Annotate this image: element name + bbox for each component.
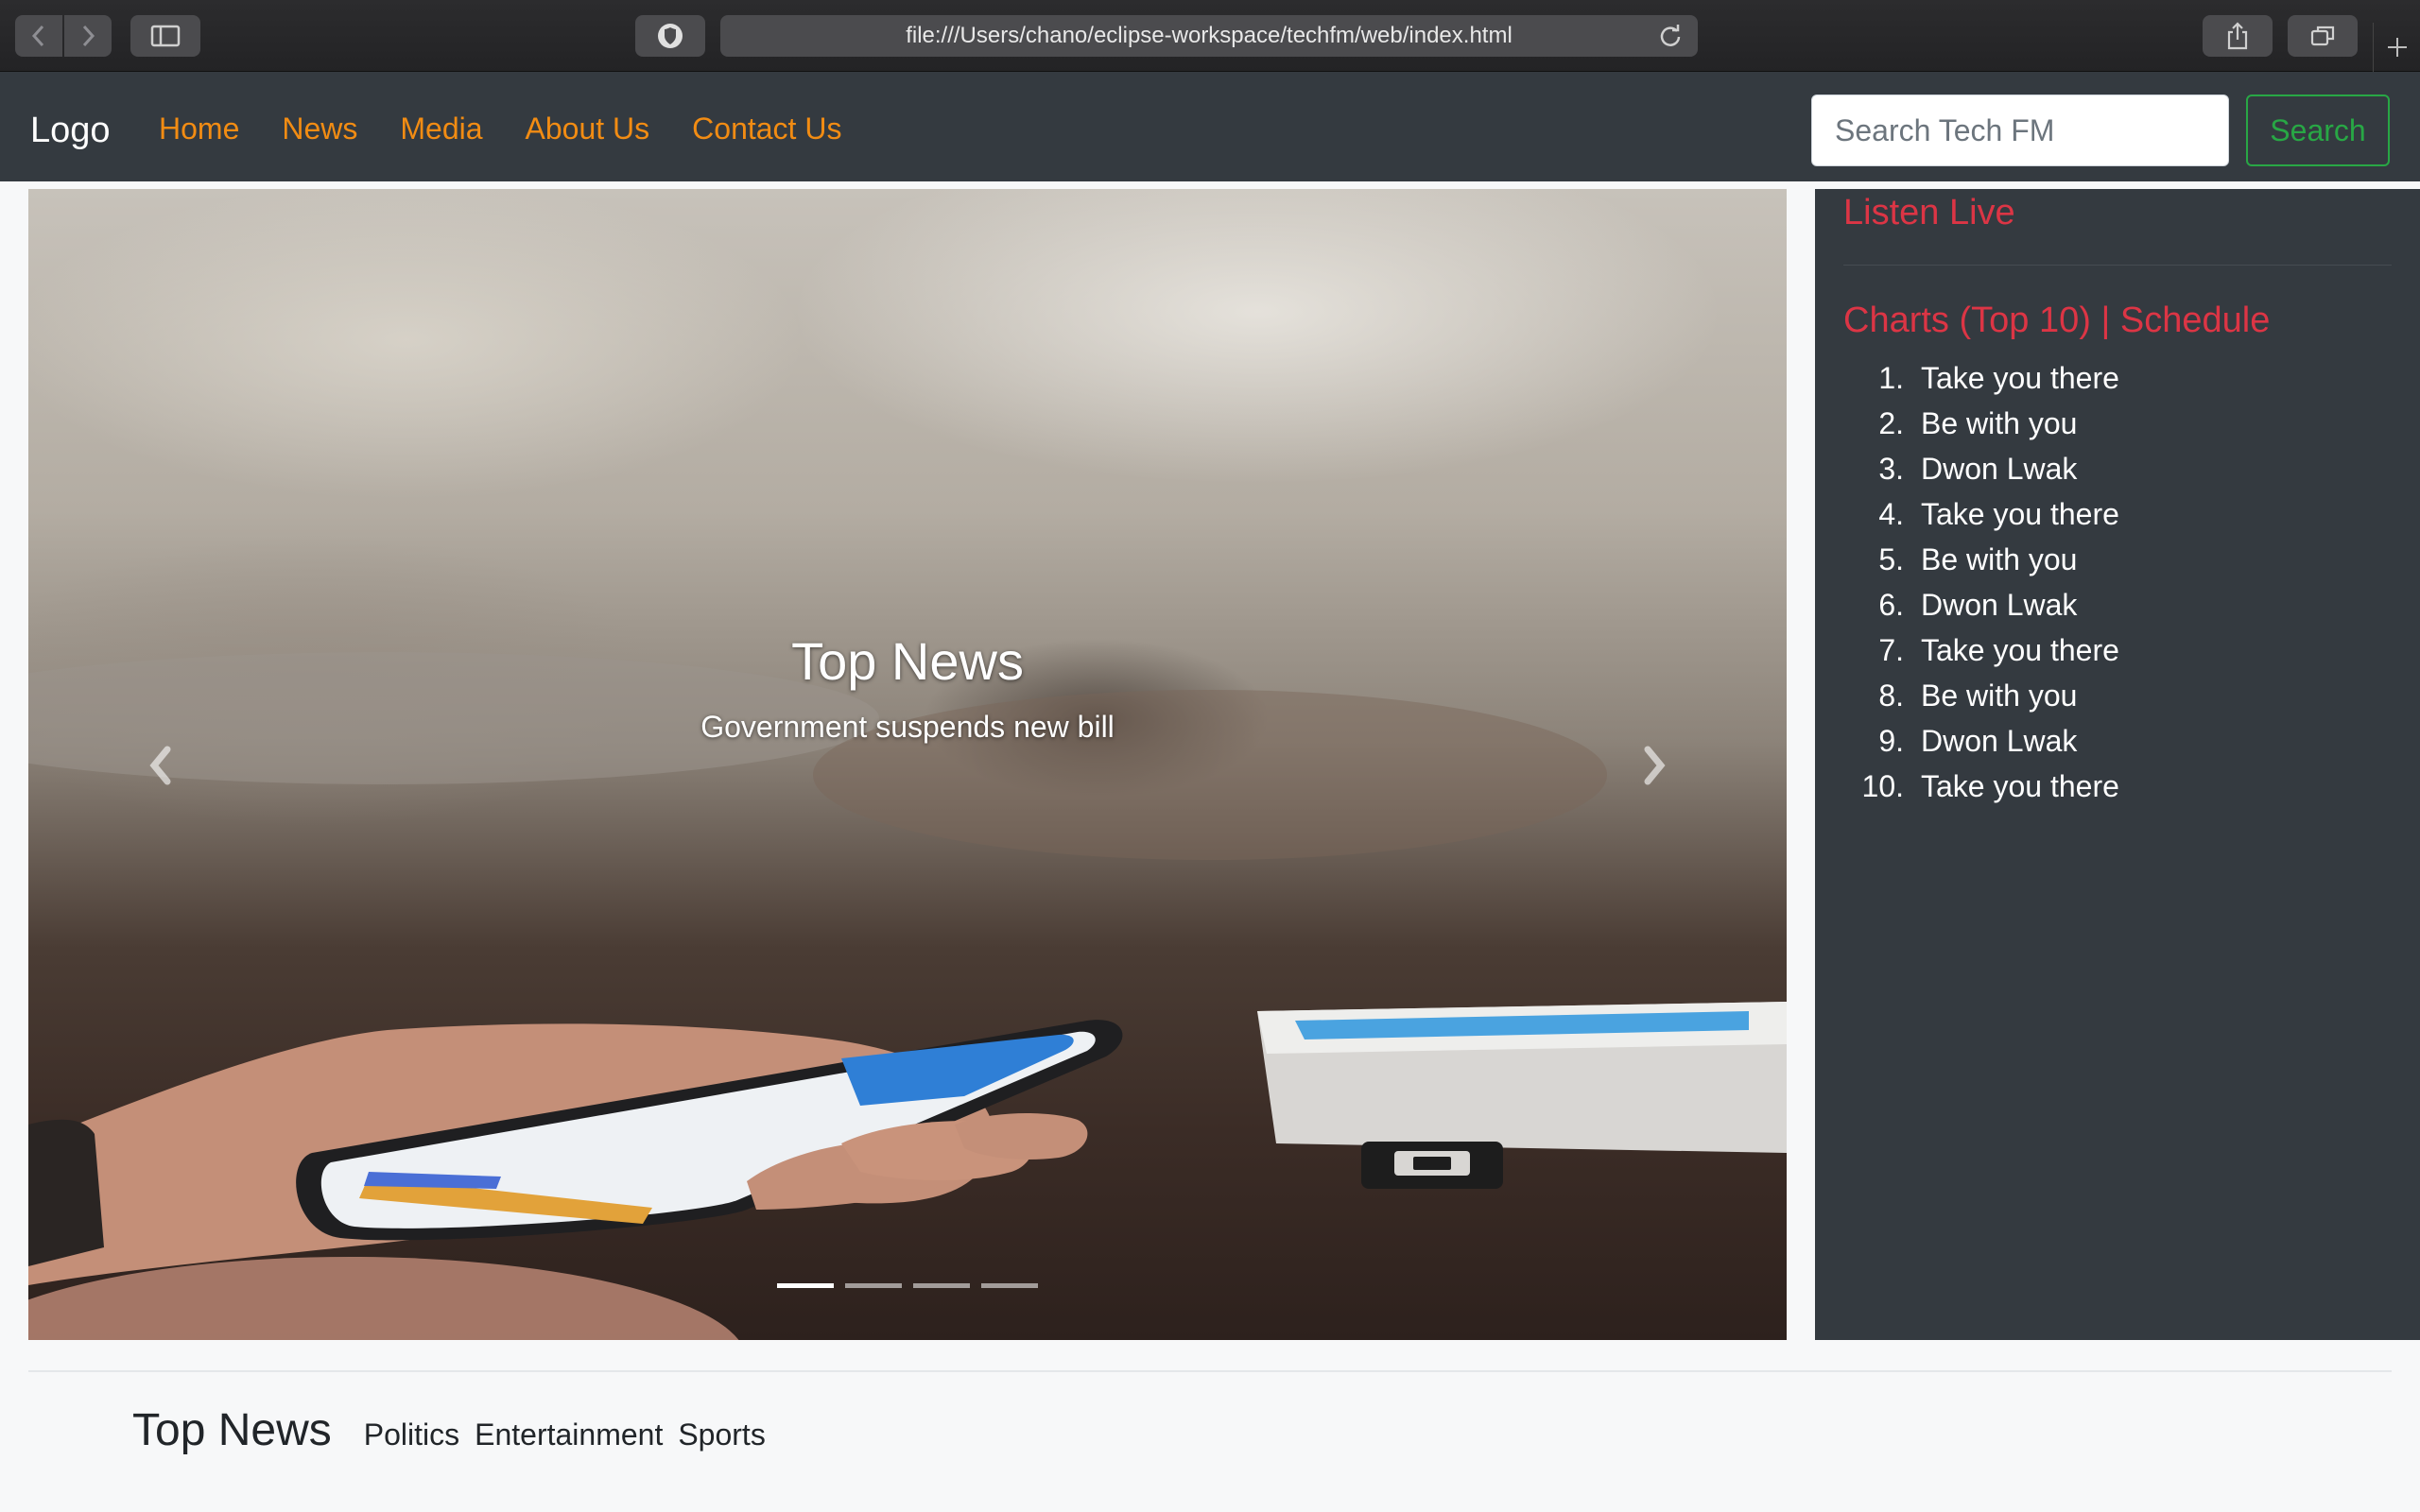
news-carousel[interactable]: Top News Government suspends new bill [28,189,1787,1340]
category-link-entertainment[interactable]: Entertainment [475,1418,663,1452]
section-divider [28,1370,2392,1372]
sidebar-toggle-button[interactable] [130,15,200,57]
nav-link-news[interactable]: News [282,72,357,185]
new-tab-button[interactable] [2373,23,2420,72]
search-input[interactable] [1811,94,2229,166]
reload-icon[interactable] [1658,24,1683,48]
category-link-sports[interactable]: Sports [678,1418,765,1452]
search-button[interactable]: Search [2246,94,2390,166]
chevron-right-icon [82,25,95,47]
privacy-shield-button[interactable] [635,15,705,57]
chevron-left-icon [31,25,44,47]
top-news-heading: Top News [132,1405,332,1455]
chart-item[interactable]: 2. Be with you [1843,401,2119,446]
chart-item-number: 3. [1878,452,1904,486]
chart-item-title: Be with you [1921,406,2078,440]
chart-item-number: 5. [1878,542,1904,576]
chart-item-title: Take you there [1921,497,2119,531]
chevron-right-icon [1644,746,1666,785]
chart-item-title: Dwon Lwak [1921,452,2078,486]
chart-item[interactable]: 10. Take you there [1843,764,2119,809]
chart-item[interactable]: 3. Dwon Lwak [1843,446,2119,491]
carousel-prev-button[interactable] [123,728,199,803]
nav-link-about-us[interactable]: About Us [526,72,650,185]
forward-button[interactable] [64,15,112,57]
chart-item-title: Dwon Lwak [1921,588,2078,622]
sidebar-icon [150,25,181,47]
carousel-indicators [28,1283,1787,1288]
chart-item[interactable]: 5. Be with you [1843,537,2119,582]
news-category-nav: Top News Politics Entertainment Sports [132,1397,781,1465]
tabs-icon [2310,26,2335,46]
share-button[interactable] [2203,15,2273,57]
tabs-overview-button[interactable] [2288,15,2358,57]
carousel-caption-text: Government suspends new bill [700,710,1115,744]
chart-item[interactable]: 7. Take you there [1843,627,2119,673]
chart-item-title: Dwon Lwak [1921,724,2078,758]
share-icon [2227,22,2248,50]
back-button[interactable] [15,15,62,57]
carousel-indicator[interactable] [845,1283,902,1288]
sidebar-divider [1843,265,2392,266]
listen-live-link[interactable]: Listen Live [1843,189,2015,236]
nav-links: Home News Media About Us Contact Us [159,72,841,185]
logo[interactable]: Logo [30,72,111,189]
sidebar: Listen Live Charts (Top 10) | Schedule 1… [1815,189,2420,1340]
chart-item-title: Be with you [1921,542,2078,576]
chart-item-number: 1. [1878,361,1904,395]
chart-item-number: 2. [1878,406,1904,440]
charts-heading[interactable]: Charts (Top 10) | Schedule [1843,297,2270,344]
category-link-politics[interactable]: Politics [364,1418,459,1452]
carousel-photo-illustration [28,652,1787,1340]
nav-link-home[interactable]: Home [159,72,239,185]
shield-icon [658,24,683,48]
charts-list: 1. Take you there 2. Be with you 3. Dwon Lwak… [1843,355,2119,809]
chart-item[interactable]: 6. Dwon Lwak [1843,582,2119,627]
carousel-next-button[interactable] [1616,728,1692,803]
chart-item-title: Be with you [1921,679,2078,713]
chart-item-number: 7. [1878,633,1904,667]
chart-item[interactable]: 8. Be with you [1843,673,2119,718]
chart-item-number: 8. [1878,679,1904,713]
chart-item-number: 9. [1878,724,1904,758]
nav-link-media[interactable]: Media [400,72,482,185]
address-bar[interactable]: file:///Users/chano/eclipse-workspace/te… [720,15,1698,57]
url-text[interactable]: file:///Users/chano/eclipse-workspace/te… [720,15,1698,57]
nav-link-contact-us[interactable]: Contact Us [692,72,841,185]
chart-item-number: 10. [1861,769,1904,803]
carousel-indicator[interactable] [981,1283,1038,1288]
carousel-caption: Top News Government suspends new bill [28,624,1787,750]
chevron-left-icon [149,746,171,785]
plus-icon [2387,38,2407,57]
carousel-indicator[interactable] [913,1283,970,1288]
chart-item-title: Take you there [1921,769,2119,803]
browser-toolbar: file:///Users/chano/eclipse-workspace/te… [0,0,2420,72]
chart-item-number: 4. [1878,497,1904,531]
chart-item-title: Take you there [1921,361,2119,395]
carousel-indicator[interactable] [777,1283,834,1288]
chart-item[interactable]: 1. Take you there [1843,355,2119,401]
site-navbar: Logo Home News Media About Us Contact Us… [0,72,2420,181]
chart-item-title: Take you there [1921,633,2119,667]
chart-item-number: 6. [1878,588,1904,622]
carousel-caption-title: Top News [791,631,1024,691]
chart-item[interactable]: 4. Take you there [1843,491,2119,537]
chart-item[interactable]: 9. Dwon Lwak [1843,718,2119,764]
